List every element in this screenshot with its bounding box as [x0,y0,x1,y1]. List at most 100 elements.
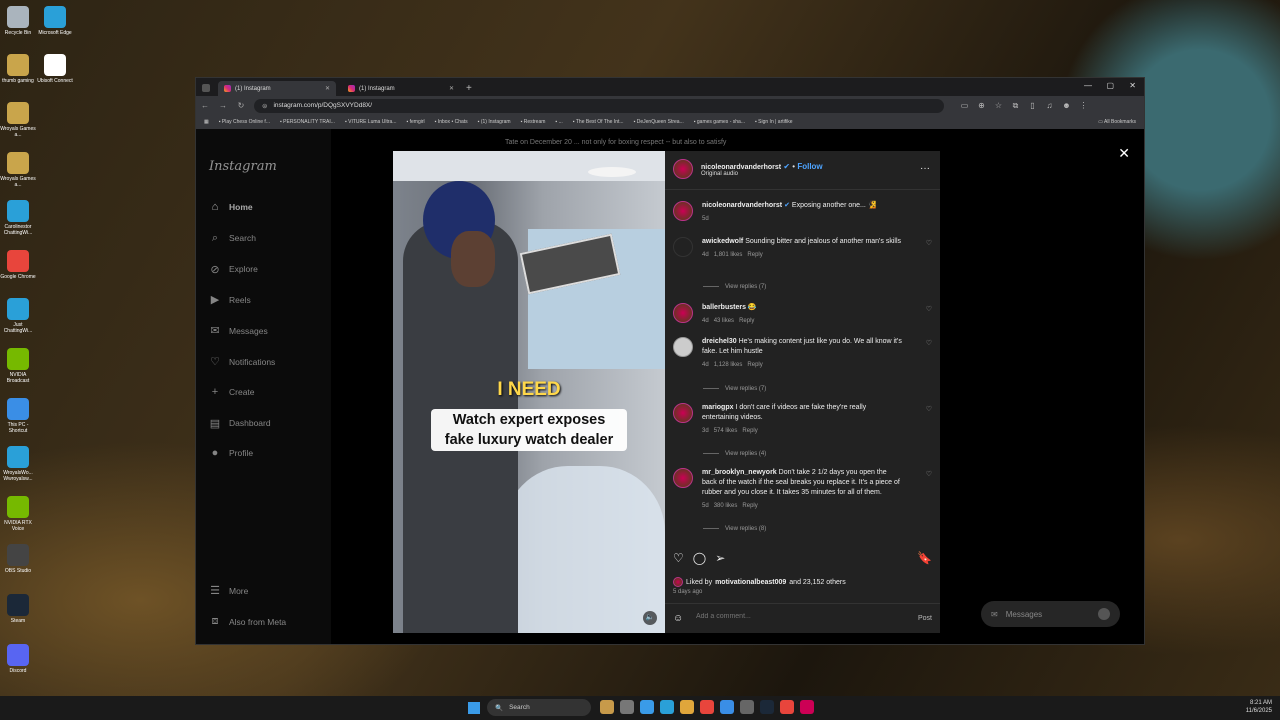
taskbar-app-icon[interactable] [660,700,674,714]
taskbar-app-icon[interactable] [600,700,614,714]
reply-button[interactable]: Reply [739,318,754,324]
commenter-avatar[interactable] [673,468,693,488]
view-replies-button[interactable]: View replies (7) [703,386,766,392]
bookmark-item[interactable]: ▪ games games - sha... [694,119,745,125]
reply-button[interactable]: Reply [742,428,757,434]
desktop-icon[interactable]: Wroyals Games a... [0,102,36,138]
media-icon[interactable]: ♫ [1041,101,1058,110]
desktop-icon[interactable]: This PC - Shortcut [0,398,36,434]
follow-button[interactable]: Follow [797,162,822,171]
original-audio-link[interactable]: Original audio [701,171,823,177]
forward-icon[interactable]: → [214,101,232,110]
commenter-avatar[interactable] [673,303,693,323]
author-avatar[interactable] [673,159,693,179]
bookmark-item[interactable]: ▪ Sign In | artifike [755,119,793,125]
desktop-icon[interactable]: Microsoft Edge [37,6,73,36]
messages-float-button[interactable]: ✉ Messages [981,601,1120,627]
comment-input[interactable] [696,613,896,620]
zoom-icon[interactable]: ⊕ [973,101,990,110]
comment-username[interactable]: mariogpx [702,404,734,411]
address-bar[interactable]: ⊜ instagram.com/p/DQgSXVYDd8X/ [254,98,944,113]
tab-search-icon[interactable] [202,84,210,92]
bookmark-item[interactable]: ▪ Play Chess Online f... [219,119,270,125]
bookmark-item[interactable]: ▪ Restream [521,119,546,125]
caption-username[interactable]: nicoleonardvanderhorst [702,202,782,209]
author-avatar[interactable] [673,201,693,221]
sidepanel-icon[interactable]: ▯ [1024,101,1041,110]
liked-by-others[interactable]: and 23,152 others [789,579,845,586]
minimize-icon[interactable]: — [1084,81,1092,90]
commenter-avatar[interactable] [673,337,693,357]
desktop-icon[interactable]: Wroyals Games a... [0,152,36,188]
maximize-icon[interactable]: ▢ [1106,81,1114,90]
new-tab-icon[interactable]: + [466,83,472,94]
desktop-icon[interactable]: NVIDIA RTX Voice [0,496,36,532]
bookmark-item[interactable]: ▪ DeJenQueen Strea... [634,119,684,125]
bookmark-item[interactable]: ▪ ... [555,119,562,125]
reply-button[interactable]: Reply [742,503,757,509]
reply-button[interactable]: Reply [747,362,762,368]
bookmark-item[interactable]: ▪ PERSONALITY TRAI... [280,119,335,125]
bookmark-item[interactable]: ▪ femgirl [406,119,424,125]
comment-username[interactable]: mr_brooklyn_newyork [702,469,777,476]
author-username[interactable]: nicoleonardvanderhorst [701,164,781,171]
taskbar-app-icon[interactable] [700,700,714,714]
view-replies-button[interactable]: View replies (4) [703,451,766,457]
site-info-icon[interactable]: ⊜ [262,102,267,110]
desktop-icon[interactable]: NVIDIA Broadcast [0,348,36,384]
comment-username[interactable]: awickedwolf [702,238,743,245]
all-bookmarks-button[interactable]: ▭ All Bookmarks [1098,119,1144,125]
menu-icon[interactable]: ⋮ [1075,101,1092,110]
taskbar-app-icon[interactable] [620,700,634,714]
commenter-avatar[interactable] [673,403,693,423]
desktop-icon[interactable]: Steam [0,594,36,624]
bookmark-item[interactable]: ▪ The Best Of The Int... [573,119,624,125]
taskbar-app-icon[interactable] [640,700,654,714]
close-tab-icon[interactable]: ✕ [449,85,454,92]
taskbar-app-icon[interactable] [760,700,774,714]
taskbar-app-icon[interactable] [800,700,814,714]
save-icon[interactable]: 🔖 [917,551,932,565]
mute-icon[interactable]: 🔈 [643,611,657,625]
reload-icon[interactable]: ↻ [232,101,250,110]
taskbar-app-icon[interactable] [720,700,734,714]
comment-icon[interactable]: ◯ [693,551,706,565]
desktop-icon[interactable]: Just ChattingWi... [0,298,36,334]
desktop-icon[interactable]: Carolinestor ChattingWi... [0,200,36,236]
comment-likes[interactable]: 43 likes [714,318,734,324]
desktop-icon[interactable]: WroyalsWo... Wwroyalsw... [0,446,36,482]
bookmark-star-icon[interactable]: ☆ [990,101,1007,110]
like-icon[interactable]: ♡ [673,551,684,565]
view-replies-button[interactable]: View replies (8) [703,526,766,532]
view-replies-button[interactable]: View replies (7) [703,284,766,290]
comment-like-icon[interactable]: ♡ [926,470,932,480]
taskbar-app-icon[interactable] [780,700,794,714]
comment-like-icon[interactable]: ♡ [926,305,932,315]
desktop-icon[interactable]: Ubisoft Connect [37,54,73,84]
desktop-icon[interactable]: OBS Studio [0,544,36,574]
desktop-icon[interactable]: Discord [0,644,36,674]
comment-likes[interactable]: 1,801 likes [714,252,743,258]
emoji-icon[interactable]: ☺ [673,613,683,624]
comment-like-icon[interactable]: ♡ [926,339,932,349]
more-options-icon[interactable]: ··· [920,163,930,174]
reply-button[interactable]: Reply [747,252,762,258]
clock[interactable]: 8:21 AM 11/6/2025 [1246,699,1272,715]
comment-likes[interactable]: 574 likes [714,428,738,434]
bookmark-item[interactable]: ▪ Inbox • Chats [435,119,468,125]
tab-instagram-1[interactable]: (1) Instagram ✕ [218,81,336,96]
desktop-icon[interactable]: Recycle Bin [0,6,36,36]
cast-icon[interactable]: ▭ [956,101,973,110]
desktop-icon[interactable]: Google Chrome [0,250,36,280]
apps-grid-icon[interactable]: ▦ [204,119,209,125]
bookmark-item[interactable]: ▪ VITURE Luma Ultra... [345,119,397,125]
tab-instagram-2[interactable]: (1) Instagram ✕ [342,81,460,96]
share-icon[interactable]: ➢ [715,551,725,565]
post-comment-button[interactable]: Post [918,615,932,622]
commenter-avatar[interactable] [673,237,693,257]
bookmark-item[interactable]: ▪ (1) Instagram [478,119,511,125]
comment-likes[interactable]: 1,128 likes [714,362,743,368]
comment-username[interactable]: dreichel30 [702,338,737,345]
extensions-icon[interactable]: ⧉ [1007,101,1024,111]
desktop-icon[interactable]: thumb gaming [0,54,36,84]
